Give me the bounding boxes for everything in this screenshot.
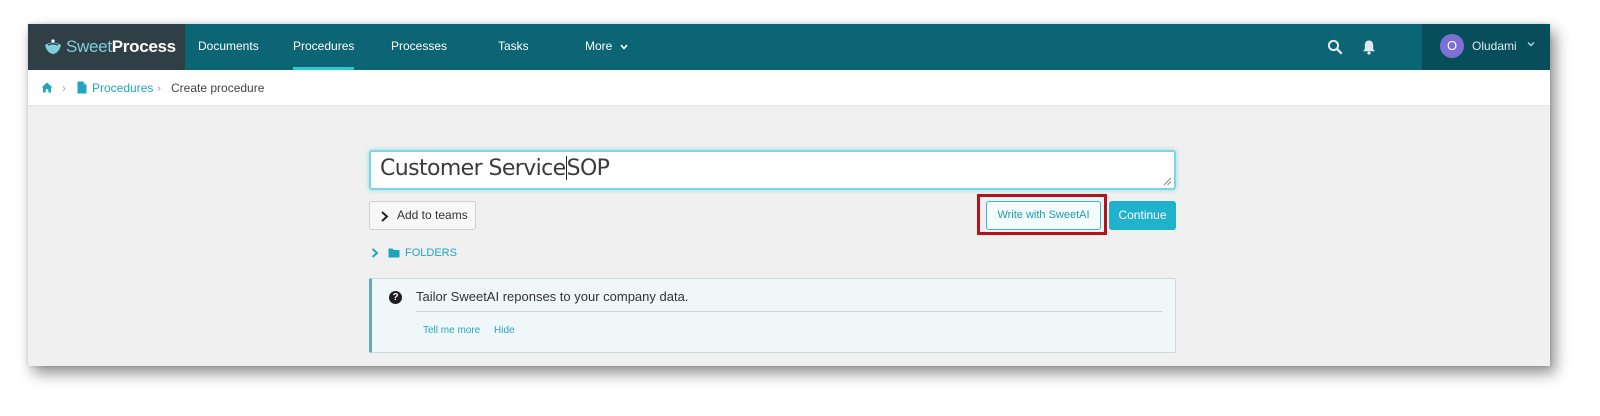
add-to-teams-button[interactable]: Add to teams [369,201,476,230]
brand-name-part1: Sweet [66,37,112,56]
chevron-right-icon [381,211,389,222]
breadcrumb: › Procedures › Create procedure [28,70,1550,106]
nav-more-label: More [585,39,613,53]
brand-logo[interactable]: SweetProcess [28,24,185,70]
sweetai-info-box: ? Tailor SweetAI reponses to your compan… [369,278,1176,353]
chevron-right-icon [371,248,379,258]
nav-documents[interactable]: Documents [198,24,259,70]
breadcrumb-separator: › [62,81,66,95]
app-window: SweetProcess Documents Procedures Proces… [28,24,1550,366]
document-icon [77,81,87,94]
breadcrumb-current: Create procedure [171,81,265,95]
title-text-after-cursor: SOP [566,156,610,181]
nav-more[interactable]: More [585,24,628,70]
home-icon[interactable] [41,82,53,93]
user-name: Oludami [1472,39,1517,53]
avatar: O [1440,34,1464,58]
brand-name-part2: Process [111,37,176,56]
write-with-sweetai-button[interactable]: Write with SweetAI [986,201,1101,230]
continue-button[interactable]: Continue [1109,201,1176,230]
chevron-down-icon [620,44,628,50]
tell-me-more-link[interactable]: Tell me more [423,325,480,336]
breadcrumb-procedures-link[interactable]: Procedures [92,70,153,106]
sweetprocess-logo-icon [45,39,61,54]
breadcrumb-separator: › [157,81,161,95]
folder-icon [388,248,400,258]
nav-processes[interactable]: Processes [391,24,447,70]
user-menu[interactable]: O Oludami [1422,24,1550,70]
nav-tasks[interactable]: Tasks [498,24,529,70]
question-circle-icon: ? [389,291,402,304]
search-icon[interactable] [1326,38,1344,56]
chevron-down-icon [1527,42,1535,47]
divider [416,311,1162,312]
bell-icon[interactable] [1360,38,1378,56]
title-text-before-cursor: Customer Service [380,156,566,181]
folders-label: FOLDERS [405,247,457,259]
resize-grip-icon[interactable] [1163,177,1172,186]
add-to-teams-label: Add to teams [397,208,468,222]
nav-procedures[interactable]: Procedures [293,24,355,70]
top-nav-bar: SweetProcess Documents Procedures Proces… [28,24,1550,70]
info-message: Tailor SweetAI reponses to your company … [416,289,689,304]
procedure-title-input[interactable]: Customer ServiceSOP [369,150,1176,190]
hide-link[interactable]: Hide [494,325,515,336]
